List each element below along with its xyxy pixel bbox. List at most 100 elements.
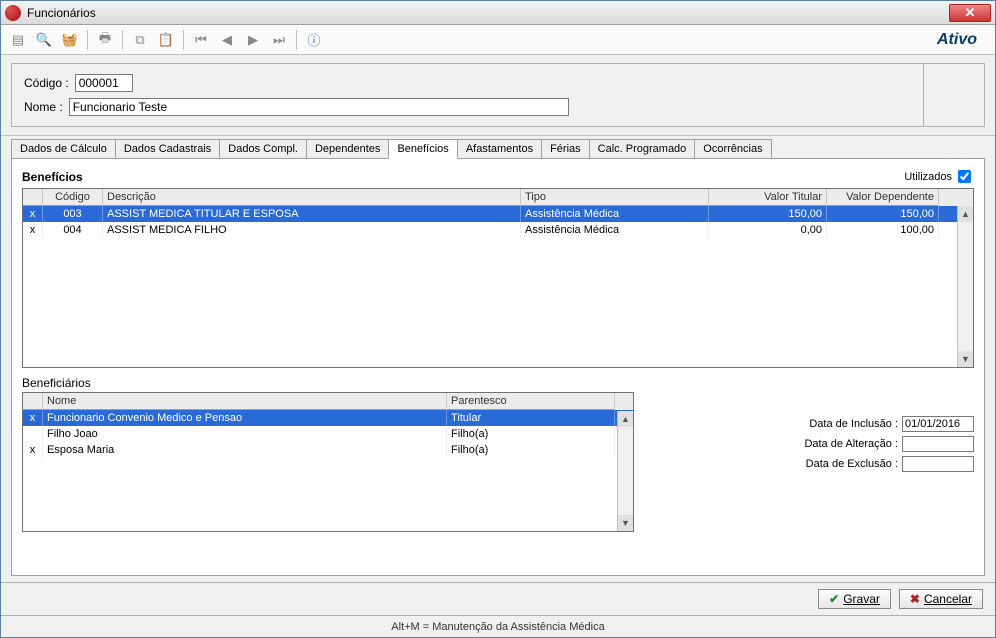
- form-box: Código : Nome :: [11, 63, 985, 127]
- cancelar-label: Cancelar: [924, 592, 972, 606]
- nome-input[interactable]: [69, 98, 569, 116]
- scroll-up-icon[interactable]: ▲: [618, 411, 633, 427]
- photo-box: [923, 63, 985, 127]
- tab-beneficios[interactable]: Benefícios: [388, 139, 457, 159]
- row-descricao: ASSIST MEDICA TITULAR E ESPOSA: [103, 206, 521, 222]
- gravar-button[interactable]: ✔ Gravar: [818, 589, 891, 609]
- toolbar-sep: [296, 30, 297, 50]
- row-parentesco: Filho(a): [447, 442, 615, 458]
- statusbar: Alt+M = Manutenção da Assistência Médica: [1, 615, 995, 637]
- row-nome: Funcionario Convenio Medico e Pensao: [43, 410, 447, 426]
- toolbar-sep: [87, 30, 88, 50]
- footer-buttons: ✔ Gravar ✖ Cancelar: [1, 582, 995, 615]
- beneficios-grid[interactable]: Código Descrição Tipo Valor Titular Valo…: [22, 188, 974, 368]
- grid-header: Nome Parentesco: [23, 393, 633, 410]
- toolbar: ▤ 🔍 🧺 🖶 ⧉ 📋 ⏮ ◀ ▶ ⏭ ⓘ Ativo: [1, 25, 995, 55]
- col-valor-titular: Valor Titular: [709, 189, 827, 206]
- row-nome: Filho Joao: [43, 426, 447, 442]
- row-mark: x: [23, 442, 43, 458]
- col-tipo: Tipo: [521, 189, 709, 206]
- tabs: Dados de Cálculo Dados Cadastrais Dados …: [1, 136, 995, 158]
- data-alteracao-input[interactable]: [902, 436, 974, 452]
- x-icon: ✖: [910, 592, 920, 606]
- codigo-label: Código :: [24, 76, 69, 90]
- window: Funcionários ✕ ▤ 🔍 🧺 🖶 ⧉ 📋 ⏮ ◀ ▶ ⏭ ⓘ Ati…: [0, 0, 996, 638]
- tab-dados-compl[interactable]: Dados Compl.: [219, 139, 307, 158]
- row-codigo: 003: [43, 206, 103, 222]
- nav-first-icon[interactable]: ⏮: [190, 29, 212, 51]
- col-valor-dependente: Valor Dependente: [827, 189, 939, 206]
- beneficios-title: Benefícios: [22, 170, 83, 184]
- toolbar-new-icon[interactable]: ▤: [7, 29, 29, 51]
- grid-header: Código Descrição Tipo Valor Titular Valo…: [23, 189, 973, 206]
- toolbar-search-icon[interactable]: 🔍: [33, 29, 55, 51]
- toolbar-print-icon[interactable]: 🖶: [94, 29, 116, 51]
- row-tipo: Assistência Médica: [521, 206, 709, 222]
- window-title: Funcionários: [27, 6, 949, 20]
- row-mark: x: [23, 206, 43, 222]
- data-inclusao-label: Data de Inclusão :: [809, 418, 898, 430]
- toolbar-sep: [183, 30, 184, 50]
- scroll-down-icon[interactable]: ▼: [618, 515, 633, 531]
- toolbar-info-icon[interactable]: ⓘ: [303, 29, 325, 51]
- row-vt: 150,00: [709, 206, 827, 222]
- row-nome: Esposa Maria: [43, 442, 447, 458]
- col-nome: Nome: [43, 393, 447, 410]
- beneficio-row[interactable]: x 003 ASSIST MEDICA TITULAR E ESPOSA Ass…: [23, 206, 973, 222]
- col-descricao: Descrição: [103, 189, 521, 206]
- scroll-up-icon[interactable]: ▲: [958, 206, 973, 222]
- utilizados-label: Utilizados: [904, 171, 952, 183]
- nav-next-icon[interactable]: ▶: [242, 29, 264, 51]
- nav-prev-icon[interactable]: ◀: [216, 29, 238, 51]
- nav-last-icon[interactable]: ⏭: [268, 29, 290, 51]
- row-mark: x: [23, 222, 43, 238]
- scrollbar[interactable]: ▲ ▼: [957, 206, 973, 367]
- record-status: Ativo: [937, 31, 989, 49]
- beneficiario-row[interactable]: x Funcionario Convenio Medico e Pensao T…: [23, 410, 633, 426]
- tab-ferias[interactable]: Férias: [541, 139, 590, 158]
- titlebar: Funcionários ✕: [1, 1, 995, 25]
- dates-panel: Data de Inclusão : Data de Alteração : D…: [804, 416, 974, 472]
- row-vd: 150,00: [827, 206, 939, 222]
- beneficiario-row[interactable]: Filho Joao Filho(a): [23, 426, 633, 442]
- col-codigo: Código: [43, 189, 103, 206]
- row-codigo: 004: [43, 222, 103, 238]
- tab-dados-cadastrais[interactable]: Dados Cadastrais: [115, 139, 220, 158]
- scroll-down-icon[interactable]: ▼: [958, 351, 973, 367]
- row-parentesco: Titular: [447, 410, 615, 426]
- check-icon: ✔: [829, 592, 839, 606]
- tab-ocorrencias[interactable]: Ocorrências: [694, 139, 771, 158]
- beneficiarios-grid[interactable]: Nome Parentesco x Funcionario Convenio M…: [22, 392, 634, 532]
- close-button[interactable]: ✕: [949, 4, 991, 22]
- scrollbar[interactable]: ▲ ▼: [617, 411, 633, 531]
- tab-dependentes[interactable]: Dependentes: [306, 139, 389, 158]
- gravar-label: Gravar: [843, 592, 880, 606]
- data-exclusao-input[interactable]: [902, 456, 974, 472]
- row-vt: 0,00: [709, 222, 827, 238]
- form-area: Código : Nome :: [1, 55, 995, 136]
- beneficiarios-title: Beneficiários: [22, 376, 634, 392]
- toolbar-delete-icon[interactable]: 🧺: [59, 29, 81, 51]
- nome-label: Nome :: [24, 100, 63, 114]
- beneficios-header: Benefícios Utilizados: [22, 167, 974, 188]
- codigo-input[interactable]: [75, 74, 133, 92]
- tab-calc-programado[interactable]: Calc. Programado: [589, 139, 696, 158]
- col-parentesco: Parentesco: [447, 393, 615, 410]
- row-tipo: Assistência Médica: [521, 222, 709, 238]
- row-mark: [23, 426, 43, 442]
- data-inclusao-input[interactable]: [902, 416, 974, 432]
- data-exclusao-label: Data de Exclusão :: [806, 458, 898, 470]
- beneficiario-row[interactable]: x Esposa Maria Filho(a): [23, 442, 633, 458]
- statusbar-text: Alt+M = Manutenção da Assistência Médica: [391, 621, 604, 633]
- beneficio-row[interactable]: x 004 ASSIST MEDICA FILHO Assistência Mé…: [23, 222, 973, 238]
- tab-dados-calculo[interactable]: Dados de Cálculo: [11, 139, 116, 158]
- tab-content: Benefícios Utilizados Código Descrição T…: [11, 158, 985, 576]
- toolbar-paste-icon[interactable]: 📋: [155, 29, 177, 51]
- tab-afastamentos[interactable]: Afastamentos: [457, 139, 542, 158]
- row-vd: 100,00: [827, 222, 939, 238]
- col-mark: [23, 189, 43, 206]
- cancelar-button[interactable]: ✖ Cancelar: [899, 589, 983, 609]
- toolbar-copy-icon[interactable]: ⧉: [129, 29, 151, 51]
- utilizados-checkbox[interactable]: [958, 170, 971, 183]
- data-alteracao-label: Data de Alteração :: [804, 438, 898, 450]
